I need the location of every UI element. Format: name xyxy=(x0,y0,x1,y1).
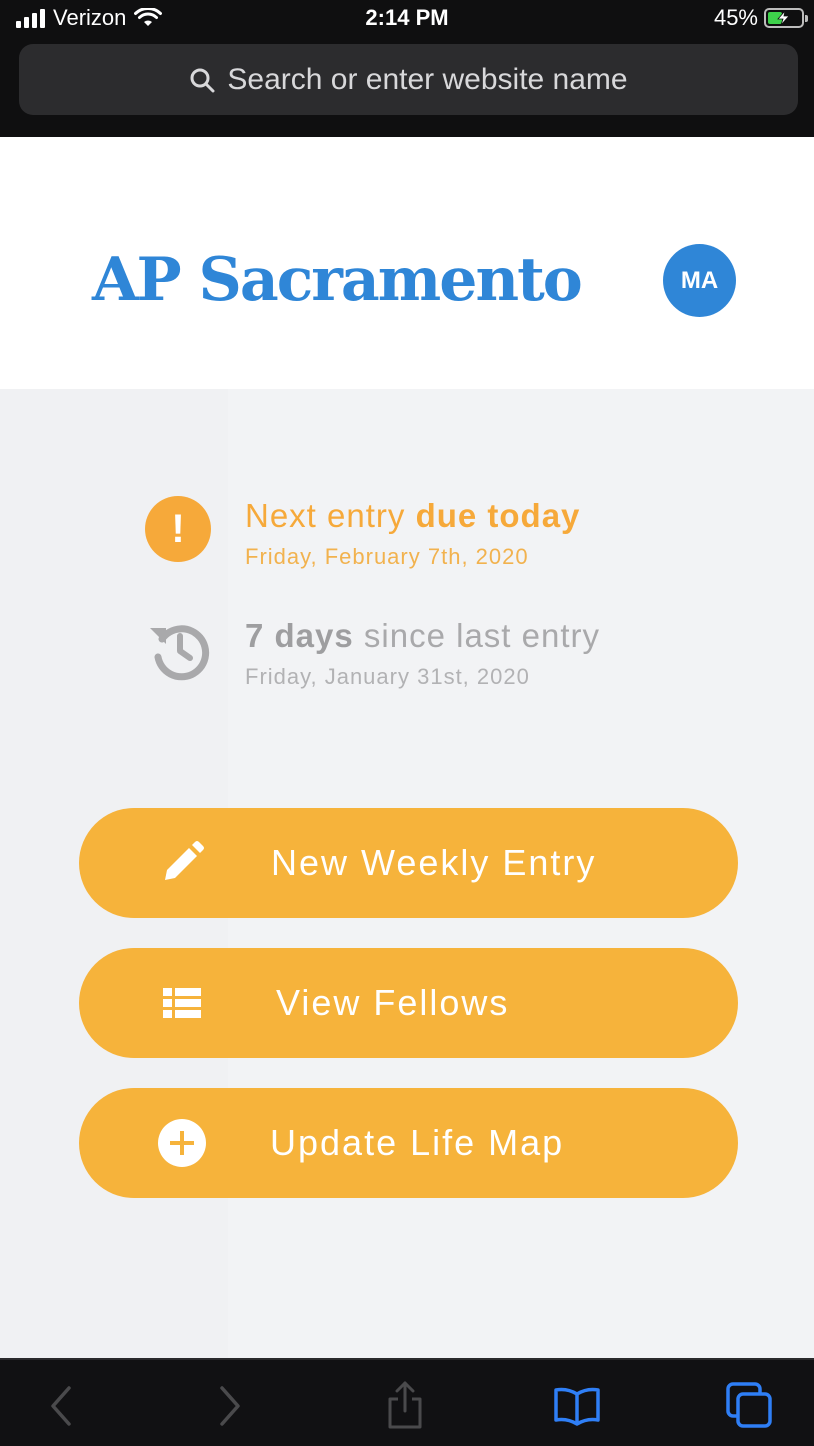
update-life-map-button[interactable]: Update Life Map xyxy=(79,1088,738,1198)
update-life-map-label: Update Life Map xyxy=(270,1122,565,1163)
next-entry-title: Next entry due today xyxy=(245,496,745,536)
pencil-icon xyxy=(157,838,207,888)
next-entry-status: ! Next entry due today Friday, February … xyxy=(145,496,745,576)
page-header: AP Sacramento MA xyxy=(0,137,814,389)
tabs-icon[interactable] xyxy=(726,1382,774,1430)
charging-bolt-icon xyxy=(777,10,790,26)
back-icon[interactable] xyxy=(36,1382,84,1430)
address-placeholder: Search or enter website name xyxy=(227,62,628,96)
plus-circle-icon xyxy=(157,1118,207,1168)
last-entry-date: Friday, January 31st, 2020 xyxy=(245,664,530,689)
browser-top-chrome: Verizon 2:14 PM 45% Search or enter webs… xyxy=(0,0,814,137)
page-title[interactable]: AP Sacramento xyxy=(92,245,583,315)
last-entry-text: 7 days since last entry Friday, January … xyxy=(245,616,745,690)
next-entry-prefix: Next entry xyxy=(245,497,416,534)
list-icon xyxy=(157,978,207,1028)
status-time: 2:14 PM xyxy=(365,5,449,30)
view-fellows-button[interactable]: View Fellows xyxy=(79,948,738,1058)
forward-icon[interactable] xyxy=(207,1382,255,1430)
status-right: 45% xyxy=(713,5,808,31)
next-entry-date: Friday, February 7th, 2020 xyxy=(245,544,529,569)
battery-percent: 45% xyxy=(713,5,758,30)
last-entry-status: 7 days since last entry Friday, January … xyxy=(145,616,745,696)
new-weekly-entry-button[interactable]: New Weekly Entry xyxy=(79,808,738,918)
history-icon xyxy=(150,625,210,681)
status-bar: Verizon 2:14 PM 45% xyxy=(0,0,814,36)
last-entry-suffix: since last entry xyxy=(353,617,601,654)
main-content: ! Next entry due today Friday, February … xyxy=(0,389,814,1358)
battery-charging-icon xyxy=(764,8,808,28)
last-entry-title: 7 days since last entry xyxy=(245,616,745,656)
browser-toolbar xyxy=(0,1358,814,1446)
next-entry-text: Next entry due today Friday, February 7t… xyxy=(245,496,745,570)
exclamation-icon: ! xyxy=(145,496,211,562)
address-bar[interactable]: Search or enter website name xyxy=(19,44,798,115)
last-entry-emphasis: 7 days xyxy=(245,617,354,654)
next-entry-emphasis: due today xyxy=(415,497,581,534)
new-weekly-entry-label: New Weekly Entry xyxy=(271,842,597,883)
bookmarks-icon[interactable] xyxy=(553,1382,601,1430)
search-icon xyxy=(190,68,215,92)
avatar[interactable]: MA xyxy=(663,244,736,317)
view-fellows-label: View Fellows xyxy=(276,982,510,1023)
share-icon[interactable] xyxy=(381,1381,429,1430)
